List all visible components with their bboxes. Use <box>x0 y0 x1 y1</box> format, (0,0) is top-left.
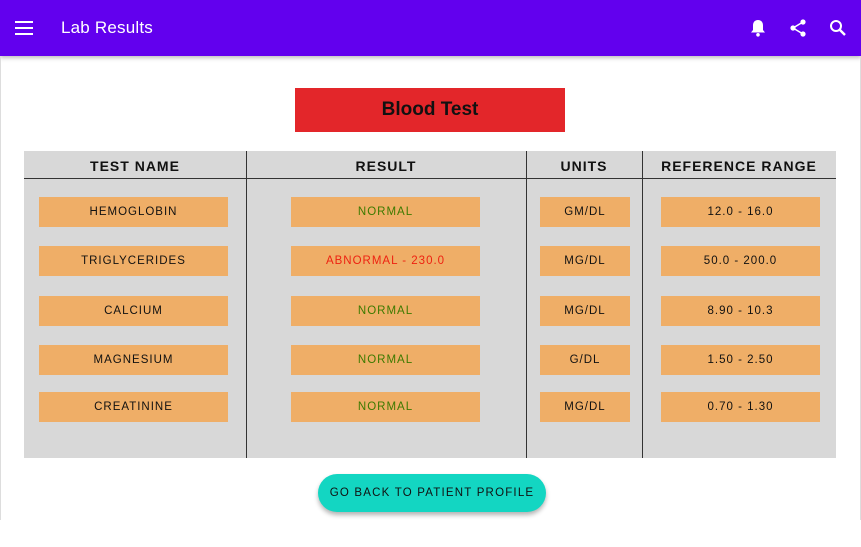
cell-result: NORMAL <box>291 197 480 227</box>
blood-test-title: Blood Test <box>295 88 565 132</box>
cell-reference-range: 50.0 - 200.0 <box>661 246 820 276</box>
cell-result: NORMAL <box>291 345 480 375</box>
cell-test-name: CREATININE <box>39 392 228 422</box>
cell-result: NORMAL <box>291 392 480 422</box>
search-icon[interactable] <box>828 18 848 38</box>
header-units: UNITS <box>560 158 608 174</box>
cell-reference-range: 8.90 - 10.3 <box>661 296 820 326</box>
column-divider <box>526 151 527 458</box>
header-result: RESULT <box>355 158 417 174</box>
cell-units: G/DL <box>540 345 630 375</box>
menu-icon[interactable] <box>14 18 34 38</box>
header-reference-range: REFERENCE RANGE <box>661 158 817 174</box>
cell-units: GM/DL <box>540 197 630 227</box>
share-icon[interactable] <box>788 18 808 38</box>
cell-result: ABNORMAL - 230.0 <box>291 246 480 276</box>
app-bar: Lab Results <box>0 0 861 56</box>
cell-test-name: TRIGLYCERIDES <box>39 246 228 276</box>
column-divider <box>246 151 247 458</box>
cell-units: MG/DL <box>540 246 630 276</box>
back-to-patient-profile-button[interactable]: GO BACK TO PATIENT PROFILE <box>318 474 546 512</box>
cell-units: MG/DL <box>540 392 630 422</box>
app-title: Lab Results <box>61 18 153 37</box>
bell-icon[interactable] <box>748 18 768 38</box>
cell-test-name: HEMOGLOBIN <box>39 197 228 227</box>
cell-reference-range: 0.70 - 1.30 <box>661 392 820 422</box>
cell-reference-range: 12.0 - 16.0 <box>661 197 820 227</box>
cell-units: MG/DL <box>540 296 630 326</box>
header-divider <box>24 178 836 179</box>
cell-reference-range: 1.50 - 2.50 <box>661 345 820 375</box>
lab-results-table: TEST NAME RESULT UNITS REFERENCE RANGE H… <box>24 151 836 458</box>
header-test-name: TEST NAME <box>90 158 180 174</box>
cell-result: NORMAL <box>291 296 480 326</box>
column-divider <box>642 151 643 458</box>
cell-test-name: MAGNESIUM <box>39 345 228 375</box>
cell-test-name: CALCIUM <box>39 296 228 326</box>
